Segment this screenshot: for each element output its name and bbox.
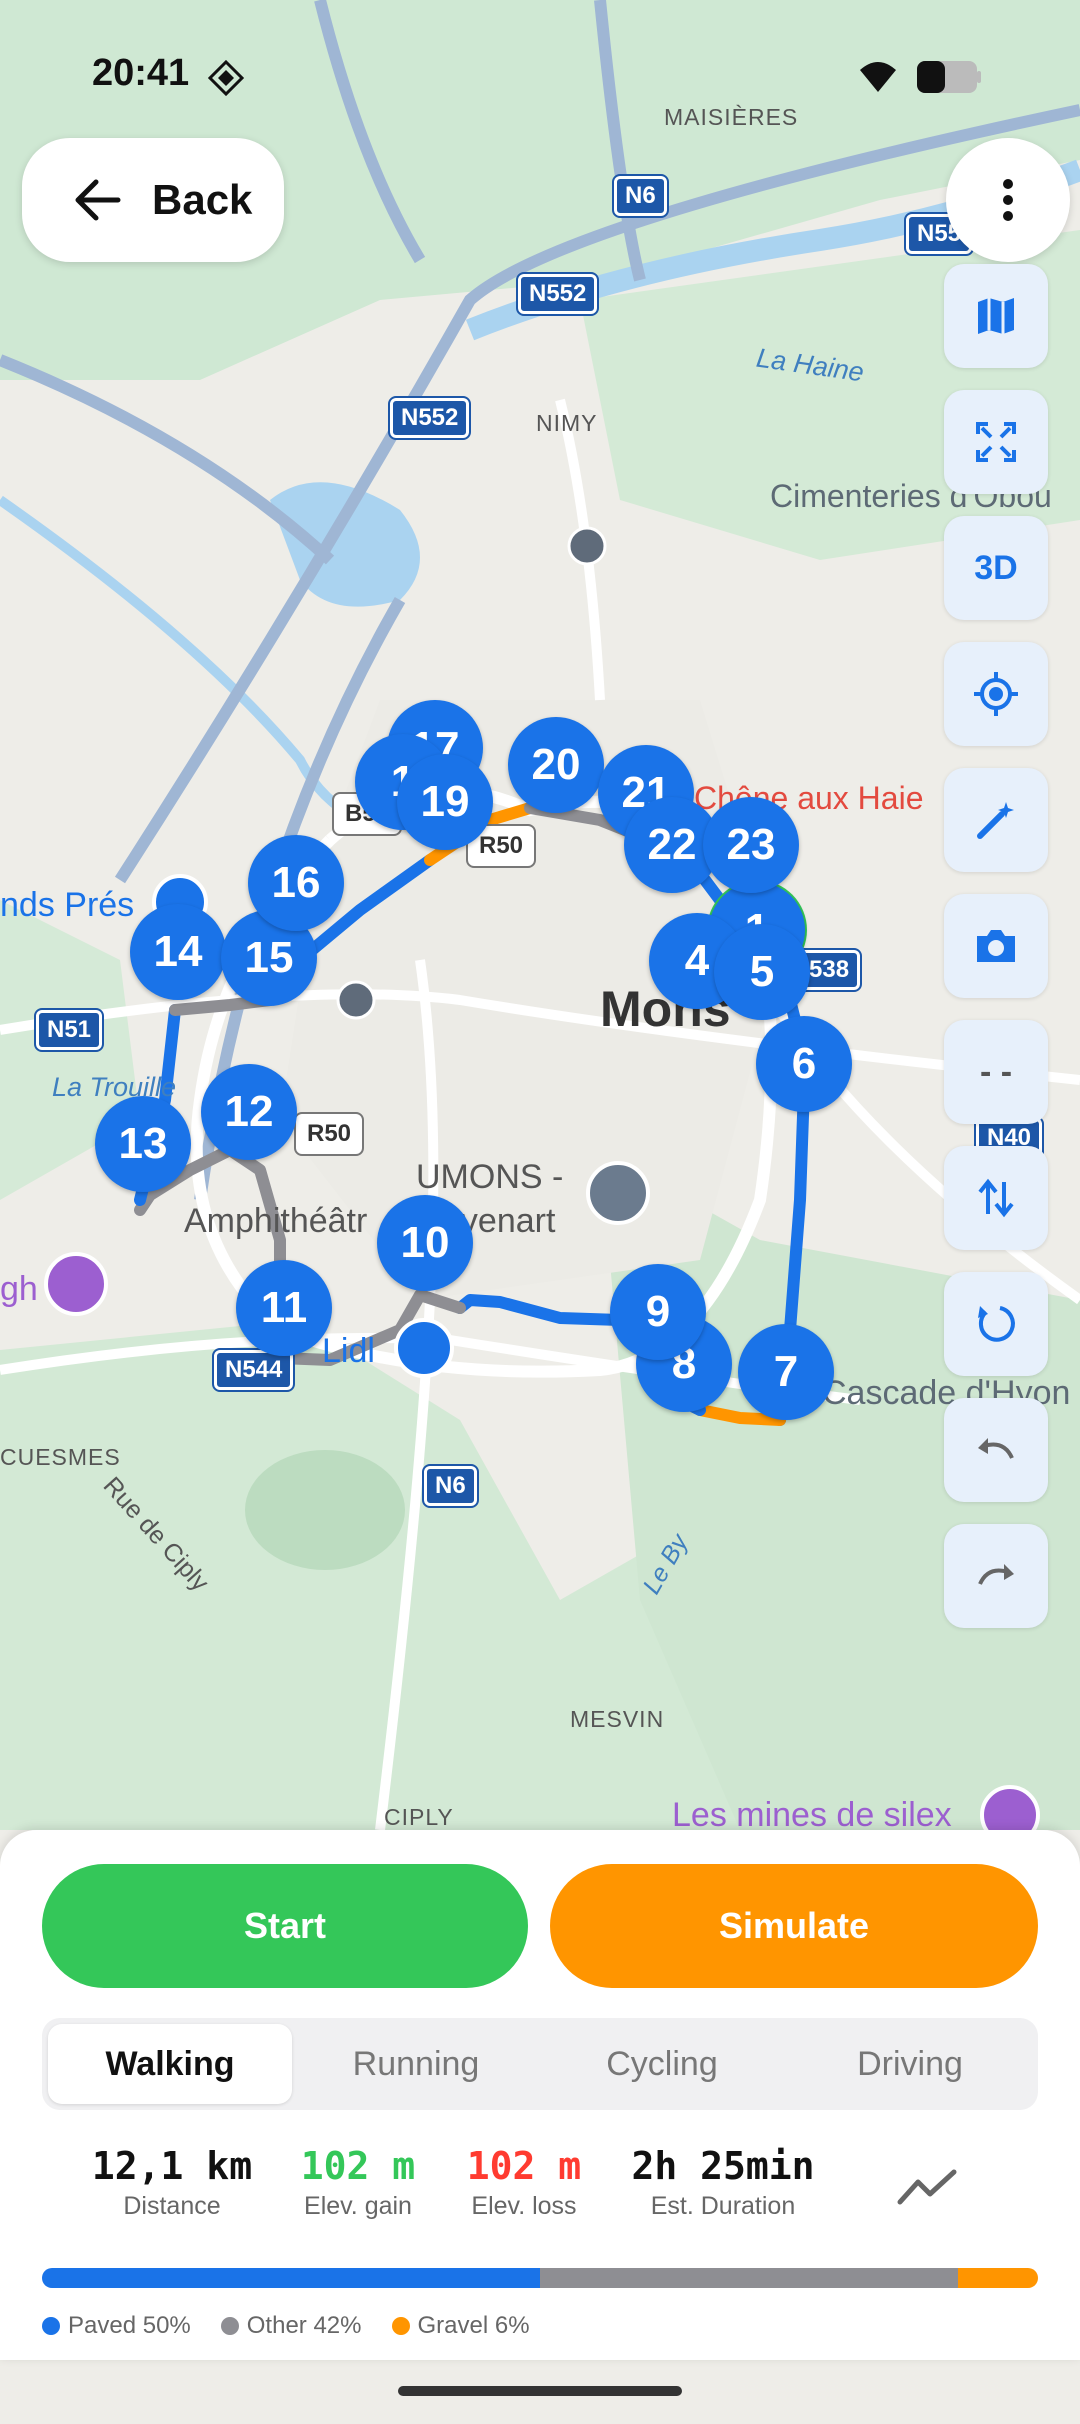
redo-icon (978, 1564, 1014, 1585)
surface-bar-other (540, 2268, 959, 2288)
route-waypoint-marker[interactable]: 6 (756, 1016, 852, 1112)
location-diamond-icon (208, 60, 244, 96)
elevation-gain-label: Elev. gain (304, 2192, 412, 2220)
map-label: nds Prés (0, 886, 135, 924)
route-waypoint-marker[interactable]: 13 (95, 1096, 191, 1192)
distance-stat: 12,1 km Distance (84, 2144, 260, 2221)
surface-bar-gravel (958, 2268, 1038, 2288)
map-label: UMONS - (416, 1158, 564, 1196)
route-waypoint-marker[interactable]: 5 (714, 924, 810, 1020)
undo-button[interactable] (944, 1398, 1048, 1502)
legend-paved-label: Paved 50% (68, 2312, 191, 2339)
surface-legend: Paved 50% Other 42% Gravel 6% (42, 2312, 530, 2340)
route-waypoint-marker[interactable]: 7 (738, 1324, 834, 1420)
activity-mode-tabs: Walking Running Cycling Driving (42, 2018, 1038, 2110)
undo-icon (978, 1438, 1014, 1459)
map-layers-button[interactable] (944, 264, 1048, 368)
road-shield: N6 (612, 174, 669, 218)
route-summary-panel: Start Simulate Walking Running Cycling D… (0, 1830, 1080, 2360)
route-waypoint-marker[interactable]: 16 (248, 835, 344, 931)
camera-button[interactable] (944, 894, 1048, 998)
more-vertical-icon (1003, 179, 1013, 221)
more-menu-button[interactable] (946, 138, 1070, 262)
start-button[interactable]: Start (42, 1864, 528, 1988)
duration-label: Est. Duration (650, 2192, 796, 2220)
status-bar: 20:41 (0, 0, 1080, 140)
road-shield: N6 (422, 1464, 479, 1508)
road-shield: N552 (387, 396, 472, 440)
elevation-loss-stat: 102 m Elev. loss (456, 2144, 592, 2221)
map-label: Amphithéâtr (184, 1202, 368, 1240)
redo-button[interactable] (944, 1524, 1048, 1628)
loop-route-button[interactable] (944, 1272, 1048, 1376)
dash-label: - - (979, 1052, 1013, 1091)
crosshair-icon (974, 672, 1018, 716)
surface-bar (42, 2268, 1038, 2288)
camera-icon (977, 930, 1015, 962)
route-waypoint-marker[interactable]: 19 (397, 754, 493, 850)
road-shield: N544 (211, 1348, 296, 1392)
tab-running[interactable]: Running (294, 2024, 538, 2104)
magic-wand-icon (977, 802, 1014, 839)
surface-bar-paved (42, 2268, 540, 2288)
route-waypoint-marker[interactable]: 23 (703, 797, 799, 893)
route-waypoint-marker[interactable]: 9 (610, 1264, 706, 1360)
map-label: CIPLY (384, 1804, 454, 1830)
legend-paved: Paved 50% (42, 2312, 191, 2340)
route-waypoint-marker[interactable]: 12 (201, 1064, 297, 1160)
tab-cycling[interactable]: Cycling (540, 2024, 784, 2104)
fit-route-button[interactable] (944, 390, 1048, 494)
elevation-chart-icon[interactable] (896, 2166, 960, 2210)
map-label: MESVIN (570, 1706, 665, 1732)
arrow-left-icon (75, 179, 121, 221)
elevation-loss-label: Elev. loss (471, 2192, 577, 2220)
map-label: Lidl (322, 1332, 375, 1370)
back-label: Back (152, 176, 253, 223)
rotate-icon (978, 1306, 1015, 1342)
road-shield: N51 (33, 1008, 105, 1052)
tab-driving[interactable]: Driving (788, 2024, 1032, 2104)
tab-walking[interactable]: Walking (48, 2024, 292, 2104)
map-icon (978, 298, 1014, 334)
toggle-3d-button[interactable]: 3D (944, 516, 1048, 620)
map-label: gh (0, 1270, 38, 1308)
route-waypoint-marker[interactable]: 20 (508, 717, 604, 813)
my-location-button[interactable] (944, 642, 1048, 746)
status-time: 20:41 (92, 52, 190, 94)
swap-vertical-icon (978, 1178, 1014, 1218)
home-indicator (398, 2386, 682, 2396)
reverse-route-button[interactable] (944, 1146, 1048, 1250)
legend-other: Other 42% (220, 2312, 362, 2340)
route-waypoint-marker[interactable]: 11 (236, 1260, 332, 1356)
road-shield: R50 (293, 1112, 365, 1156)
duration-value: 2h 25min (631, 2144, 815, 2188)
three-d-label: 3D (974, 548, 1018, 587)
duration-stat: 2h 25min Est. Duration (618, 2144, 828, 2221)
legend-gravel-label: Gravel 6% (417, 2312, 530, 2339)
magic-wand-button[interactable] (944, 768, 1048, 872)
wifi-icon (860, 62, 896, 92)
simulate-button[interactable]: Simulate (550, 1864, 1038, 1988)
route-waypoint-marker[interactable]: 10 (377, 1195, 473, 1291)
distance-label: Distance (123, 2192, 221, 2220)
road-shield: N552 (515, 272, 600, 316)
map-label: NIMY (536, 410, 598, 436)
elevation-gain-value: 102 m (300, 2144, 416, 2188)
route-waypoint-marker[interactable]: 14 (130, 904, 226, 1000)
expand-icon (976, 422, 1016, 462)
elevation-gain-stat: 102 m Elev. gain (290, 2144, 426, 2221)
legend-other-label: Other 42% (246, 2312, 362, 2339)
battery-icon (917, 61, 981, 93)
elevation-loss-value: 102 m (466, 2144, 582, 2188)
legend-gravel: Gravel 6% (391, 2312, 530, 2340)
back-button[interactable]: Back (22, 138, 284, 262)
map-label: CUESMES (0, 1444, 121, 1470)
distance-value: 12,1 km (91, 2144, 253, 2188)
dashed-line-button[interactable]: - - (944, 1020, 1048, 1124)
